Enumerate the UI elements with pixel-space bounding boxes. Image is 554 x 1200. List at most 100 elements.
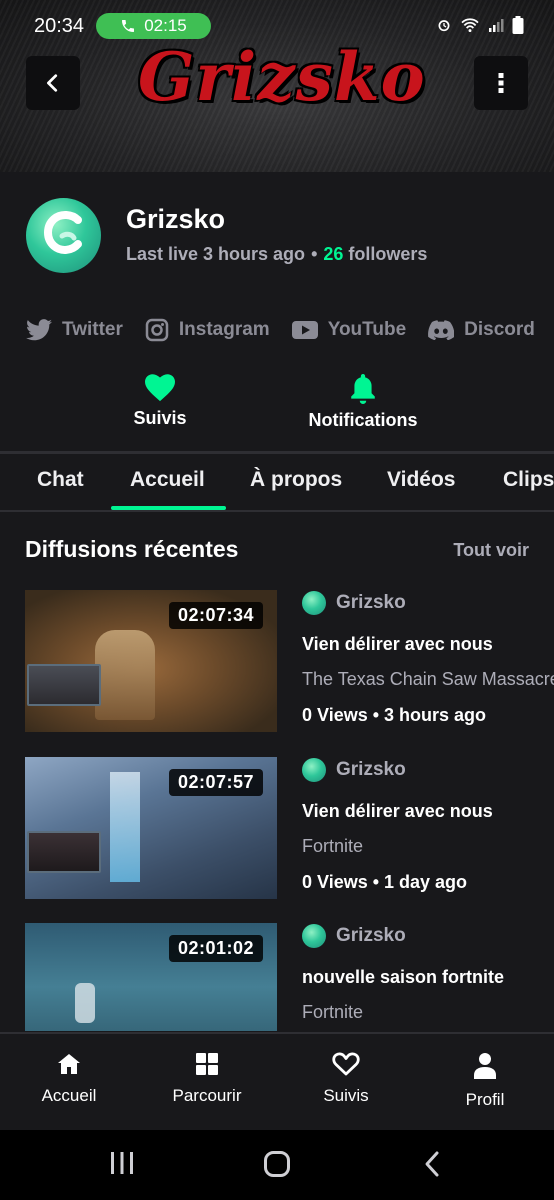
- status-bar: 20:34 02:15: [0, 0, 554, 52]
- thumbnail-beam: [110, 772, 140, 882]
- profile-icon: [474, 1053, 496, 1079]
- video-duration: 02:07:34: [168, 602, 263, 629]
- tab-clips[interactable]: Clips: [503, 468, 554, 492]
- social-link-discord[interactable]: Discord: [428, 318, 535, 342]
- bottom-navigation: Accueil Parcourir Suivis Profil: [0, 1032, 554, 1130]
- browse-icon: [196, 1053, 218, 1075]
- youtube-icon: [291, 321, 318, 339]
- last-live-text: Last live 3 hours ago: [126, 244, 306, 264]
- bell-icon: [351, 374, 375, 404]
- author-name: Grizsko: [336, 759, 406, 780]
- more-options-button[interactable]: [474, 56, 528, 110]
- social-label-discord: Discord: [464, 319, 535, 340]
- social-link-twitter[interactable]: Twitter: [26, 318, 123, 342]
- social-label-youtube: YouTube: [327, 319, 407, 340]
- discord-icon: [428, 320, 455, 340]
- chevron-left-icon: [47, 74, 58, 92]
- followers-count: 26: [323, 244, 344, 264]
- video-info: Grizsko Vien délirer avec nous Fortnite …: [302, 757, 554, 893]
- battery-icon: [512, 16, 524, 34]
- webcam-overlay: [27, 664, 101, 706]
- recent-apps-icon[interactable]: [108, 1150, 136, 1176]
- video-title: nouvelle saison fortnite: [302, 967, 505, 987]
- nav-item-profil[interactable]: Profil: [430, 1052, 540, 1110]
- video-thumbnail[interactable]: 02:01:02: [25, 923, 277, 1031]
- video-card[interactable]: 02:07:57 Grizsko Vien délirer avec nous …: [0, 757, 554, 902]
- social-label-instagram: Instagram: [178, 319, 270, 340]
- follow-button[interactable]: Suivis: [118, 374, 202, 429]
- home-button-icon[interactable]: [263, 1150, 291, 1178]
- webcam-overlay: [27, 831, 101, 873]
- follow-label: Suivis: [133, 408, 187, 428]
- author-avatar: [302, 591, 326, 615]
- video-stats: 0 Views • 1 day ago: [302, 872, 468, 892]
- video-card[interactable]: 02:07:34 Grizsko Vien délirer avec nous …: [0, 590, 554, 735]
- signal-icon: [489, 19, 504, 32]
- video-game[interactable]: Fortnite: [302, 836, 554, 857]
- channel-name: Grizsko: [126, 204, 226, 234]
- ongoing-call-pill[interactable]: 02:15: [96, 13, 211, 39]
- system-back-icon[interactable]: [422, 1150, 442, 1178]
- see-all-link[interactable]: Tout voir: [453, 540, 529, 561]
- instagram-icon: [145, 318, 169, 342]
- author-avatar: [302, 924, 326, 948]
- video-thumbnail[interactable]: 02:07:34: [25, 590, 277, 732]
- author-avatar: [302, 758, 326, 782]
- section-title: Diffusions récentes: [25, 536, 239, 562]
- status-icons: [436, 16, 524, 34]
- video-stats: 0 Views • 3 hours ago: [302, 705, 487, 725]
- tab-chat[interactable]: Chat: [37, 468, 84, 492]
- home-icon: [58, 1054, 80, 1074]
- social-link-instagram[interactable]: Instagram: [145, 318, 270, 342]
- video-author[interactable]: Grizsko: [302, 757, 554, 783]
- nav-item-parcourir[interactable]: Parcourir: [152, 1052, 262, 1106]
- nav-label-suivis: Suivis: [323, 1086, 369, 1105]
- video-game[interactable]: The Texas Chain Saw Massacre: [302, 669, 554, 690]
- notifications-button[interactable]: Notifications: [292, 374, 434, 431]
- system-navigation-bar: [0, 1130, 554, 1200]
- notifications-label: Notifications: [308, 410, 418, 430]
- thumbnail-figure: [75, 983, 95, 1023]
- alarm-icon: [438, 20, 450, 32]
- video-author[interactable]: Grizsko: [302, 590, 554, 616]
- wifi-icon: [461, 18, 479, 33]
- channel-avatar[interactable]: [26, 198, 101, 273]
- video-info: Grizsko Vien délirer avec nous The Texas…: [302, 590, 554, 726]
- nav-label-parcourir: Parcourir: [172, 1086, 242, 1105]
- more-vertical-icon: [498, 73, 504, 93]
- tab-accueil[interactable]: Accueil: [130, 468, 205, 492]
- phone-icon: [122, 20, 135, 32]
- tab-videos[interactable]: Vidéos: [387, 468, 455, 492]
- video-info: Grizsko nouvelle saison fortnite Fortnit…: [302, 923, 554, 1023]
- video-duration: 02:07:57: [168, 769, 263, 796]
- tabs-divider: [0, 510, 554, 512]
- video-card[interactable]: 02:01:02 Grizsko nouvelle saison fortnit…: [0, 923, 554, 1031]
- nav-item-suivis[interactable]: Suivis: [291, 1052, 401, 1106]
- status-time: 20:34: [34, 15, 85, 37]
- video-game[interactable]: Fortnite: [302, 1002, 554, 1023]
- twitter-icon: [26, 319, 52, 341]
- nav-label-accueil: Accueil: [41, 1086, 97, 1105]
- meta-separator: •: [311, 244, 318, 264]
- heart-icon: [332, 1052, 360, 1076]
- video-title: Vien délirer avec nous: [302, 801, 493, 821]
- back-button[interactable]: [26, 56, 80, 110]
- video-author[interactable]: Grizsko: [302, 923, 554, 949]
- channel-meta: Last live 3 hours ago • 26 followers: [126, 244, 427, 265]
- social-link-youtube[interactable]: YouTube: [291, 318, 407, 342]
- video-title: Vien délirer avec nous: [302, 634, 493, 654]
- followers-label: followers: [348, 244, 428, 264]
- social-label-twitter: Twitter: [62, 319, 123, 340]
- author-name: Grizsko: [336, 592, 406, 613]
- avatar-logo-icon: [44, 211, 82, 254]
- nav-label-profil: Profil: [465, 1090, 505, 1109]
- heart-filled-icon: [145, 374, 175, 402]
- video-thumbnail[interactable]: 02:07:57: [25, 757, 277, 899]
- header-divider: [0, 451, 554, 454]
- tab-a-propos[interactable]: À propos: [250, 468, 342, 492]
- thumbnail-figure: [95, 630, 155, 720]
- nav-item-accueil[interactable]: Accueil: [14, 1052, 124, 1106]
- video-duration: 02:01:02: [168, 935, 263, 962]
- social-links: Twitter Instagram YouTube Discord: [26, 318, 554, 342]
- channel-tabs: Chat Accueil À propos Vidéos Clips: [0, 456, 554, 510]
